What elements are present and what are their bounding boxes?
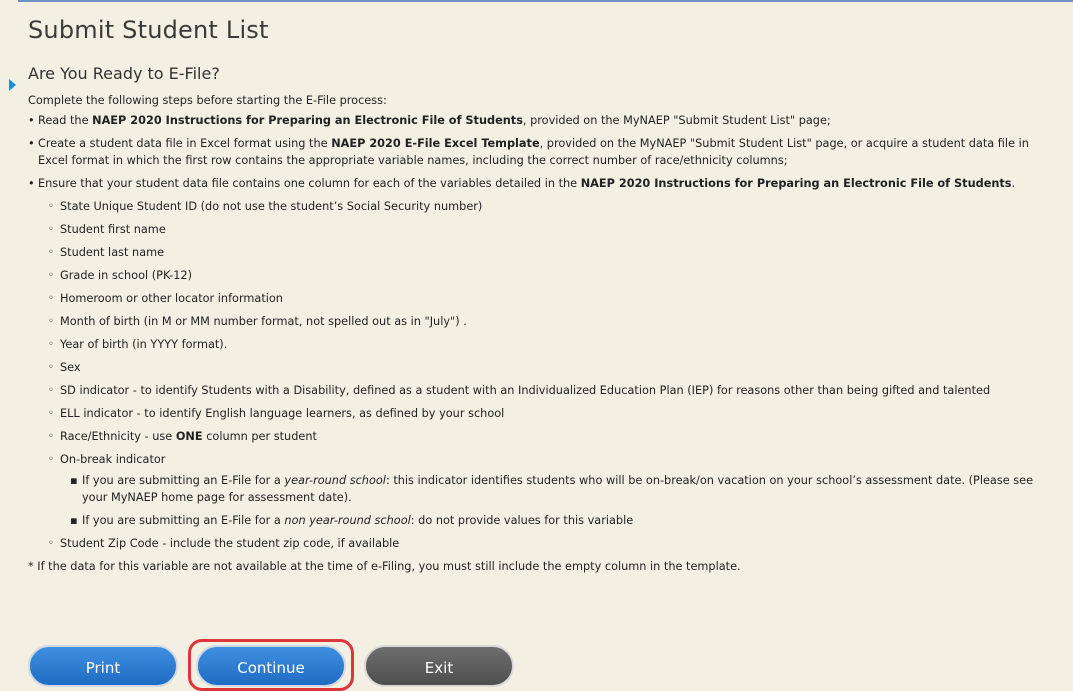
doc-name: NAEP 2020 Instructions for Preparing an … xyxy=(580,177,1012,190)
print-button[interactable]: Print xyxy=(28,645,178,687)
variable-item: Year of birth (in YYYY format). xyxy=(48,336,1059,353)
variables-list: State Unique Student ID (do not use the … xyxy=(38,198,1059,552)
instructions: Complete the following steps before star… xyxy=(28,92,1059,575)
variable-item: Student Zip Code - include the student z… xyxy=(48,535,1059,552)
onbreak-subitem: If you are submitting an E-File for a no… xyxy=(70,512,1059,529)
variable-item-onbreak: On-break indicator If you are submitting… xyxy=(48,451,1059,529)
variable-item: State Unique Student ID (do not use the … xyxy=(48,198,1059,215)
onbreak-sublist: If you are submitting an E-File for a ye… xyxy=(60,472,1059,529)
onbreak-subitem: If you are submitting an E-File for a ye… xyxy=(70,472,1059,506)
variable-item: SD indicator - to identify Students with… xyxy=(48,382,1059,399)
continue-button[interactable]: Continue xyxy=(196,645,346,687)
intro-text: Complete the following steps before star… xyxy=(28,94,387,107)
step-item-create-file: Create a student data file in Excel form… xyxy=(28,135,1059,169)
top-rule xyxy=(18,0,1073,2)
variable-item: Sex xyxy=(48,359,1059,376)
exit-button[interactable]: Exit xyxy=(364,645,514,687)
page-title: Submit Student List xyxy=(28,16,269,44)
step-item-read-instructions: Read the NAEP 2020 Instructions for Prep… xyxy=(28,112,1059,129)
variable-item: Student first name xyxy=(48,221,1059,238)
footnote: * If the data for this variable are not … xyxy=(28,560,741,573)
step-item-ensure-columns: Ensure that your student data file conta… xyxy=(28,175,1059,552)
variable-item: Month of birth (in M or MM number format… xyxy=(48,313,1059,330)
variable-item: Race/Ethnicity - use ONE column per stud… xyxy=(48,428,1059,445)
section-marker-icon xyxy=(9,79,16,91)
steps-list: Read the NAEP 2020 Instructions for Prep… xyxy=(28,112,1059,552)
section-subtitle: Are You Ready to E-File? xyxy=(28,64,220,83)
variable-item: ELL indicator - to identify English lang… xyxy=(48,405,1059,422)
doc-name: NAEP 2020 Instructions for Preparing an … xyxy=(92,114,523,127)
variable-item: Student last name xyxy=(48,244,1059,261)
variable-item: Homeroom or other locator information xyxy=(48,290,1059,307)
variable-item: Grade in school (PK-12) xyxy=(48,267,1059,284)
template-name: NAEP 2020 E-File Excel Template xyxy=(331,137,540,150)
